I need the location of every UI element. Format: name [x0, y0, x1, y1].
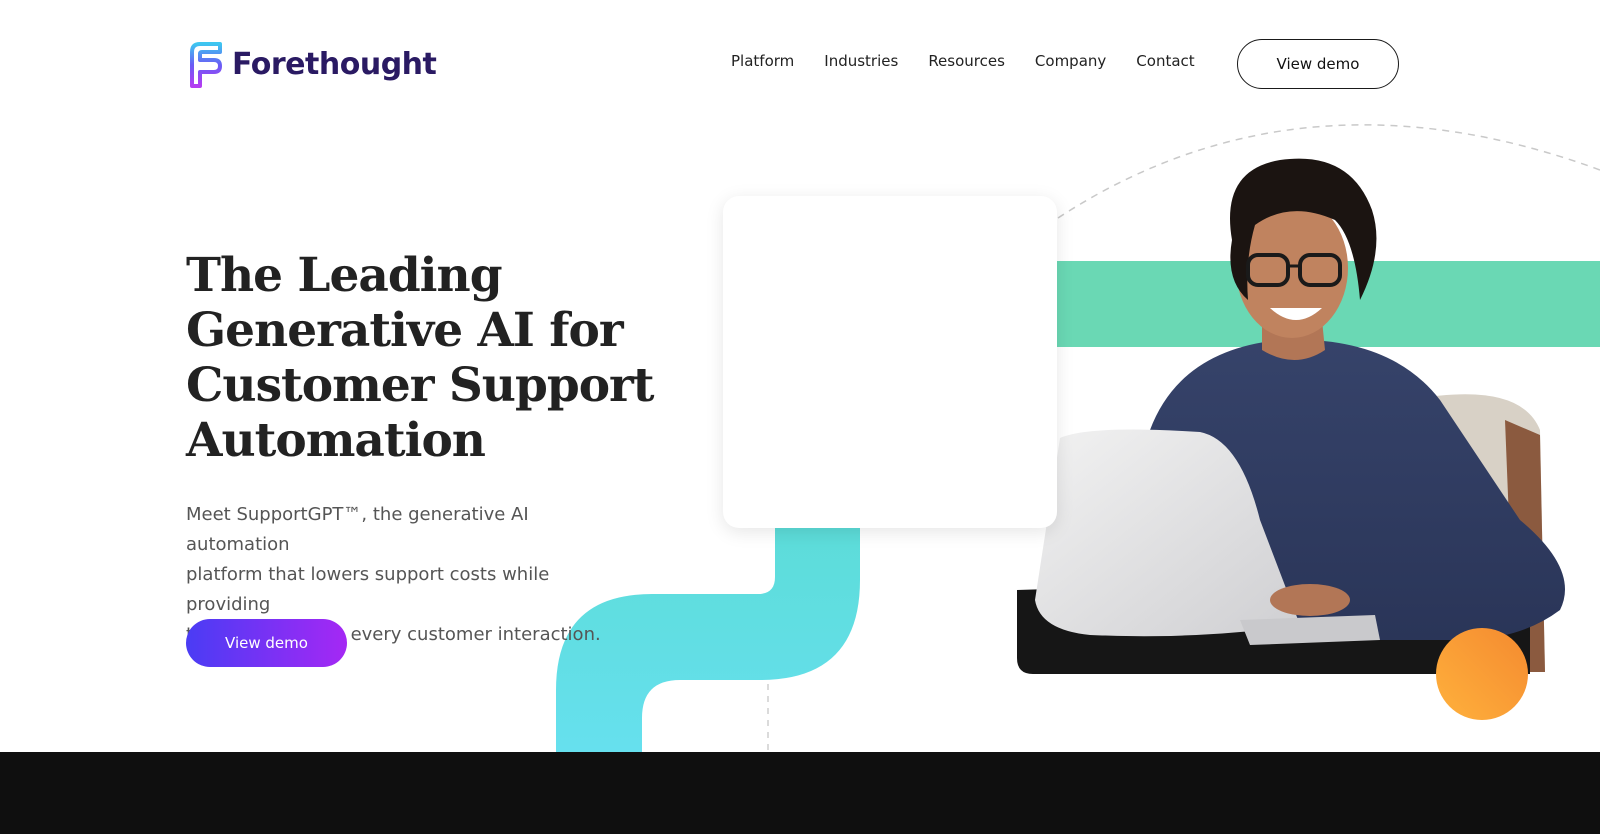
nav-item-contact[interactable]: Contact	[1136, 52, 1194, 70]
site-header: Forethought Platform Industries Resource…	[0, 0, 1600, 130]
brand-logo[interactable]: Forethought	[188, 40, 437, 90]
nav-item-industries[interactable]: Industries	[824, 52, 898, 70]
hero-title-line: Generative AI for	[186, 303, 624, 358]
orange-circle	[1436, 628, 1528, 720]
brand-name: Forethought	[232, 47, 437, 82]
header-view-demo-button[interactable]: View demo	[1237, 39, 1399, 89]
hero-title-line: The Leading	[186, 248, 503, 303]
nav-item-resources[interactable]: Resources	[928, 52, 1005, 70]
nav-item-platform[interactable]: Platform	[731, 52, 794, 70]
hero-title-line: Customer Support	[186, 358, 655, 413]
hero-title: The Leading Generative AI for Customer S…	[186, 248, 666, 468]
hero-description-line: Meet SupportGPT™, the generative AI auto…	[186, 504, 529, 555]
forethought-logo-icon	[190, 42, 222, 88]
hero-view-demo-button[interactable]: View demo	[186, 619, 347, 667]
hero-description-line: platform that lowers support costs while…	[186, 564, 550, 615]
nav-item-company[interactable]: Company	[1035, 52, 1106, 70]
dark-section-band	[0, 752, 1600, 834]
main-nav: Platform Industries Resources Company Co…	[731, 52, 1195, 70]
hero-title-line: Automation	[186, 413, 486, 468]
hero-photo	[1017, 158, 1565, 674]
floating-card	[723, 196, 1057, 528]
